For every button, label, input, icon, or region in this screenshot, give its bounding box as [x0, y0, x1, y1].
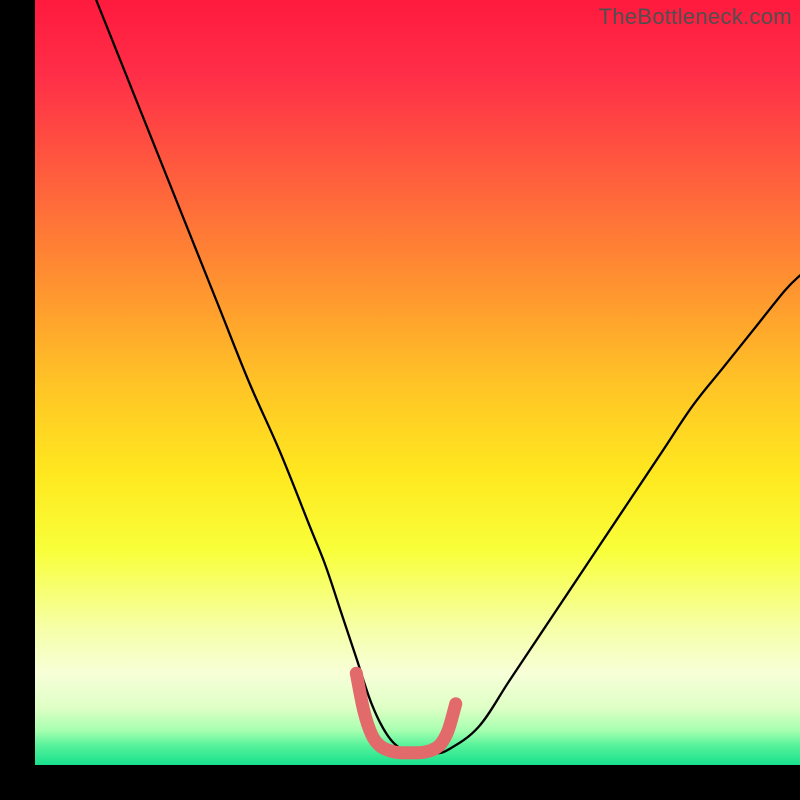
watermark-text: TheBottleneck.com — [599, 4, 792, 30]
plot-area: TheBottleneck.com — [35, 0, 800, 765]
bottleneck-curve — [96, 0, 800, 754]
sweet-spot-bracket — [356, 673, 455, 753]
chart-frame: TheBottleneck.com — [0, 0, 800, 800]
curve-layer — [35, 0, 800, 765]
